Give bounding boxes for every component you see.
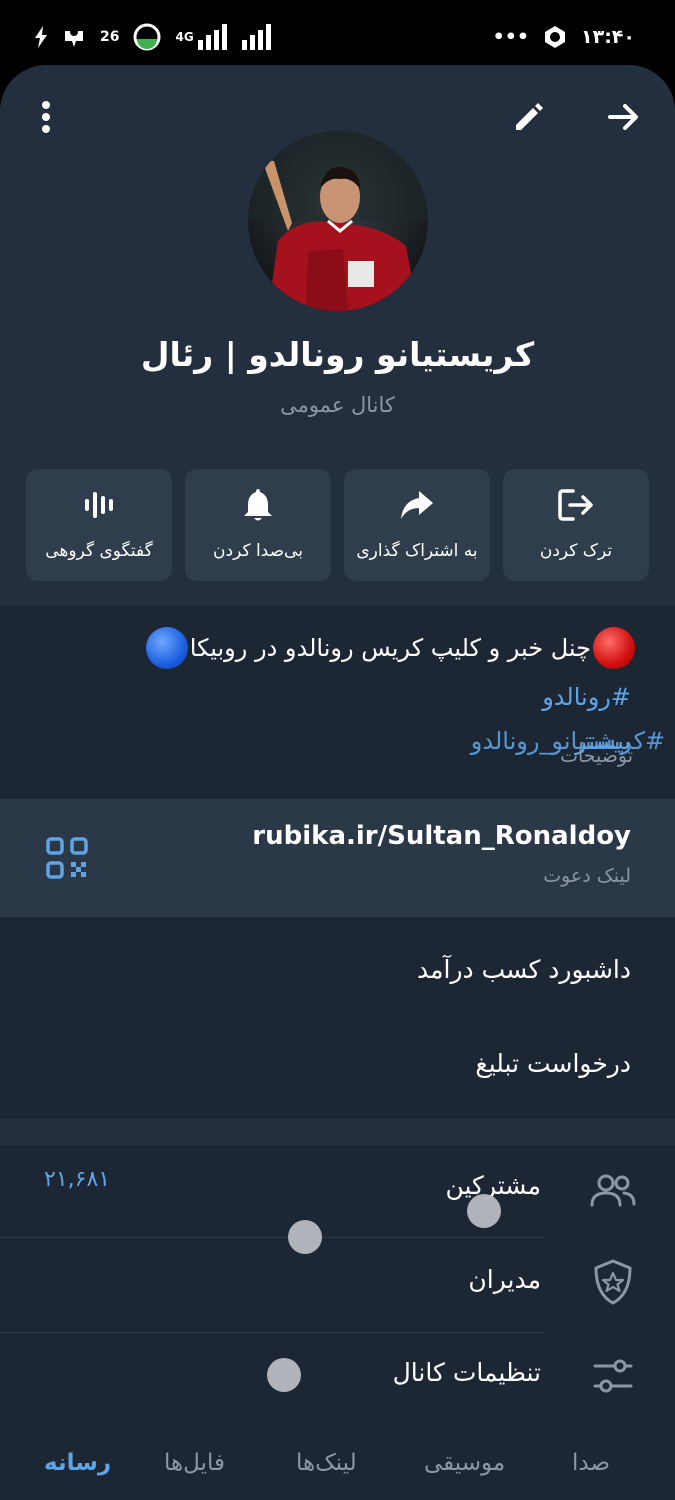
row-divider-2: [0, 1332, 545, 1333]
pencil-icon[interactable]: [507, 95, 551, 139]
description-section: چنل خبر و کلیپ کریس رونالدو در روبیکا #ر…: [0, 605, 675, 799]
voice-chat-label: گفتگوی گروهی: [45, 541, 153, 561]
description-caption: توضیحات: [560, 745, 633, 767]
ad-request-item[interactable]: درخواست تبلیغ: [475, 1049, 631, 1078]
admins-label[interactable]: مدیران: [468, 1265, 541, 1294]
channel-type: کانال عمومی: [280, 393, 395, 417]
status-dots: •••: [492, 26, 529, 48]
tab-music[interactable]: موسیقی: [424, 1450, 505, 1476]
shield-star-icon: [588, 1257, 638, 1307]
data-speed: 26: [100, 29, 120, 45]
description-text: چنل خبر و کلیپ کریس رونالدو در روبیکا: [189, 634, 591, 662]
status-icons-left: 26 4G: [34, 20, 272, 54]
more-vertical-icon[interactable]: [24, 95, 68, 139]
media-tabs: صدا موسیقی لینک‌ها فایل‌ها رسانه: [0, 1428, 675, 1500]
app-status-icon: [545, 26, 565, 48]
sliders-icon: [588, 1351, 638, 1401]
channel-avatar[interactable]: [248, 131, 428, 311]
row-divider-1: [0, 1237, 545, 1238]
subscribers-label[interactable]: مشترکین: [445, 1171, 541, 1200]
red-circle-emoji: [593, 627, 635, 669]
description-text-line: چنل خبر و کلیپ کریس رونالدو در روبیکا: [145, 627, 635, 669]
invite-link-row[interactable]: rubika.ir/Sultan_Ronaldoy لینک دعوت: [0, 799, 675, 917]
channel-settings-label[interactable]: تنظیمات کانال: [393, 1358, 541, 1387]
touch-indicator: [267, 1358, 301, 1392]
status-time: ۱۳:۴۰: [581, 26, 635, 48]
qr-code-icon[interactable]: [46, 837, 88, 879]
voice-chat-button[interactable]: گفتگوی گروهی: [26, 469, 172, 581]
share-button[interactable]: به اشتراک گذاری: [344, 469, 490, 581]
tab-links[interactable]: لینک‌ها: [296, 1450, 357, 1476]
channel-name: کریستیانو رونالدو | رئال: [140, 335, 535, 374]
users-icon: [588, 1165, 638, 1215]
channel-info-screen: کریستیانو رونالدو | رئال کانال عمومی گفت…: [0, 65, 675, 1500]
tab-media[interactable]: رسانه: [44, 1450, 111, 1476]
invite-link[interactable]: rubika.ir/Sultan_Ronaldoy: [252, 821, 631, 851]
tab-files[interactable]: فایل‌ها: [164, 1450, 225, 1476]
status-bar: 26 4G ••• ۱۳:۴۰: [0, 0, 675, 70]
arrow-right-icon[interactable]: [602, 95, 646, 139]
leave-button[interactable]: ترک کردن: [503, 469, 649, 581]
notification-app-icon: [65, 28, 83, 47]
share-label: به اشتراک گذاری: [356, 541, 478, 561]
tab-voice[interactable]: صدا: [572, 1450, 610, 1476]
invite-caption: لینک دعوت: [543, 865, 631, 887]
network-type: 4G: [175, 30, 194, 44]
leave-icon: [558, 489, 593, 521]
signal-icon-2: [241, 24, 271, 50]
action-buttons: گفتگوی گروهی بی‌صدا کردن به اشتراک گذاری…: [26, 469, 649, 581]
earnings-dashboard-item[interactable]: داشبورد کسب درآمد: [417, 955, 631, 984]
signal-icon-1: [197, 24, 227, 50]
description-hashtag[interactable]: #رونالدو: [542, 683, 631, 711]
mute-label: بی‌صدا کردن: [213, 541, 303, 561]
channel-menu: داشبورد کسب درآمد درخواست تبلیغ: [0, 917, 675, 1119]
touch-indicator: [288, 1220, 322, 1254]
flash-icon: [35, 26, 47, 48]
status-icons-right: ••• ۱۳:۴۰: [493, 20, 635, 54]
touch-indicator: [467, 1194, 501, 1228]
battery-icon: [133, 23, 161, 51]
blue-circle-emoji: [145, 627, 188, 669]
bell-icon: [244, 489, 272, 521]
leave-label: ترک کردن: [539, 541, 613, 561]
voice-chat-icon: [85, 492, 113, 518]
share-icon: [401, 491, 433, 519]
subscribers-count: ۲۱,۶۸۱: [44, 1167, 111, 1192]
mute-button[interactable]: بی‌صدا کردن: [185, 469, 331, 581]
